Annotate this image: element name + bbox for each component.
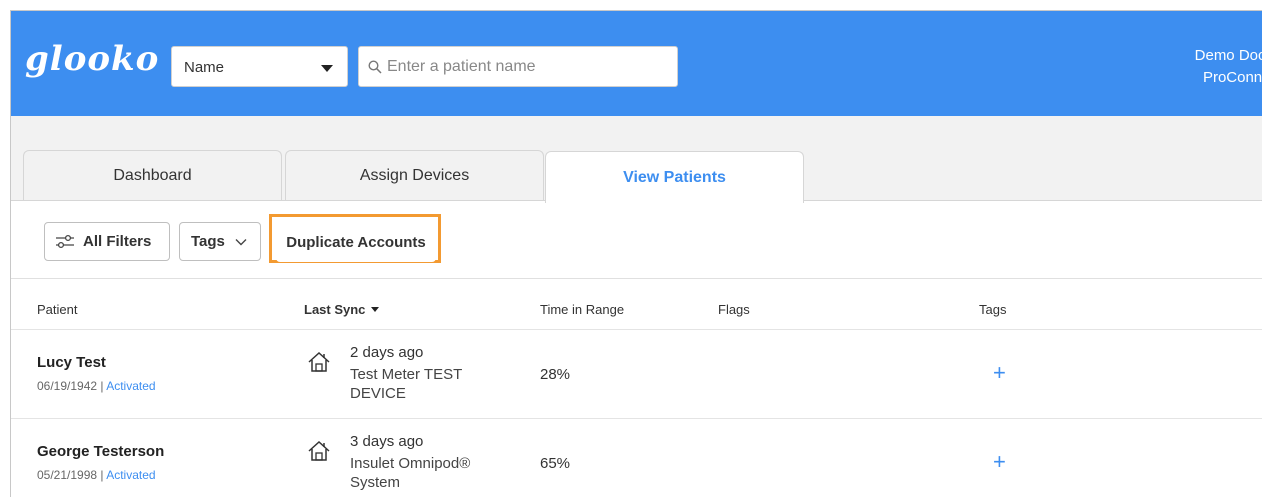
search-icon bbox=[368, 60, 382, 74]
time-in-range-value: 28% bbox=[540, 366, 571, 383]
duplicate-accounts-button[interactable]: Duplicate Accounts bbox=[276, 223, 436, 262]
user-name[interactable]: Demo Doctor bbox=[1195, 47, 1262, 64]
all-filters-label: All Filters bbox=[83, 233, 152, 250]
patient-search-box[interactable] bbox=[358, 46, 678, 87]
last-sync-device: Insulet Omnipod® System bbox=[350, 455, 471, 491]
row-divider bbox=[11, 329, 1262, 330]
user-org[interactable]: ProConnect Clinic bbox=[1203, 69, 1262, 86]
patient-meta: 05/21/1998 | Activated bbox=[37, 468, 156, 482]
meta-separator: | bbox=[97, 468, 107, 482]
last-sync-time: 2 days ago bbox=[350, 344, 424, 361]
patient-status[interactable]: Activated bbox=[106, 468, 155, 482]
tab-dashboard-label: Dashboard bbox=[113, 166, 192, 184]
tags-filter-button[interactable]: Tags bbox=[179, 222, 261, 261]
time-in-range-value: 65% bbox=[540, 455, 571, 472]
glooko-logo[interactable]: glooko bbox=[25, 39, 159, 79]
column-header-last-sync[interactable]: Last Sync bbox=[304, 302, 380, 317]
patient-name[interactable]: Lucy Test bbox=[37, 354, 106, 371]
column-header-tags[interactable]: Tags bbox=[979, 302, 1006, 317]
tab-view-patients-label: View Patients bbox=[623, 168, 726, 186]
sort-desc-icon bbox=[371, 307, 380, 312]
tab-assign-devices[interactable]: Assign Devices bbox=[285, 150, 544, 200]
patient-search-input[interactable] bbox=[387, 47, 672, 86]
all-filters-button[interactable]: All Filters bbox=[44, 222, 170, 261]
sliders-icon bbox=[56, 234, 74, 248]
add-tag-button[interactable]: + bbox=[993, 360, 1006, 386]
dropdown-caret-icon bbox=[321, 65, 333, 72]
column-header-flags[interactable]: Flags bbox=[718, 302, 750, 317]
row-divider bbox=[11, 418, 1262, 419]
add-tag-button[interactable]: + bbox=[993, 449, 1006, 475]
home-device-icon bbox=[308, 440, 330, 461]
tab-assign-devices-label: Assign Devices bbox=[359, 166, 470, 184]
patients-panel: All Filters Tags Duplicate Accounts Pati… bbox=[11, 200, 1262, 497]
chevron-down-icon bbox=[235, 238, 247, 245]
table-divider bbox=[11, 278, 1262, 279]
tags-filter-label: Tags bbox=[191, 233, 225, 250]
patient-meta: 06/19/1942 | Activated bbox=[37, 379, 156, 393]
app-window: glooko Name Demo Doctor ProConnect Clini… bbox=[10, 10, 1262, 497]
patient-status[interactable]: Activated bbox=[106, 379, 155, 393]
last-sync-label: Last Sync bbox=[304, 302, 366, 317]
tab-dashboard[interactable]: Dashboard bbox=[23, 150, 282, 200]
tab-view-patients[interactable]: View Patients bbox=[545, 151, 804, 203]
search-type-value: Name bbox=[184, 59, 225, 76]
patient-dob: 06/19/1942 bbox=[37, 379, 98, 393]
column-header-time-in-range[interactable]: Time in Range bbox=[540, 302, 624, 317]
search-type-select[interactable]: Name bbox=[171, 46, 348, 87]
column-header-patient[interactable]: Patient bbox=[37, 302, 77, 317]
last-sync-device: Test Meter TEST DEVICE bbox=[350, 366, 462, 402]
top-header: glooko Name Demo Doctor ProConnect Clini… bbox=[11, 11, 1262, 116]
patient-name[interactable]: George Testerson bbox=[37, 443, 164, 460]
patient-dob: 05/21/1998 bbox=[37, 468, 98, 482]
last-sync-time: 3 days ago bbox=[350, 433, 424, 450]
duplicate-accounts-label: Duplicate Accounts bbox=[286, 234, 426, 251]
home-device-icon bbox=[308, 351, 330, 372]
meta-separator: | bbox=[97, 379, 107, 393]
